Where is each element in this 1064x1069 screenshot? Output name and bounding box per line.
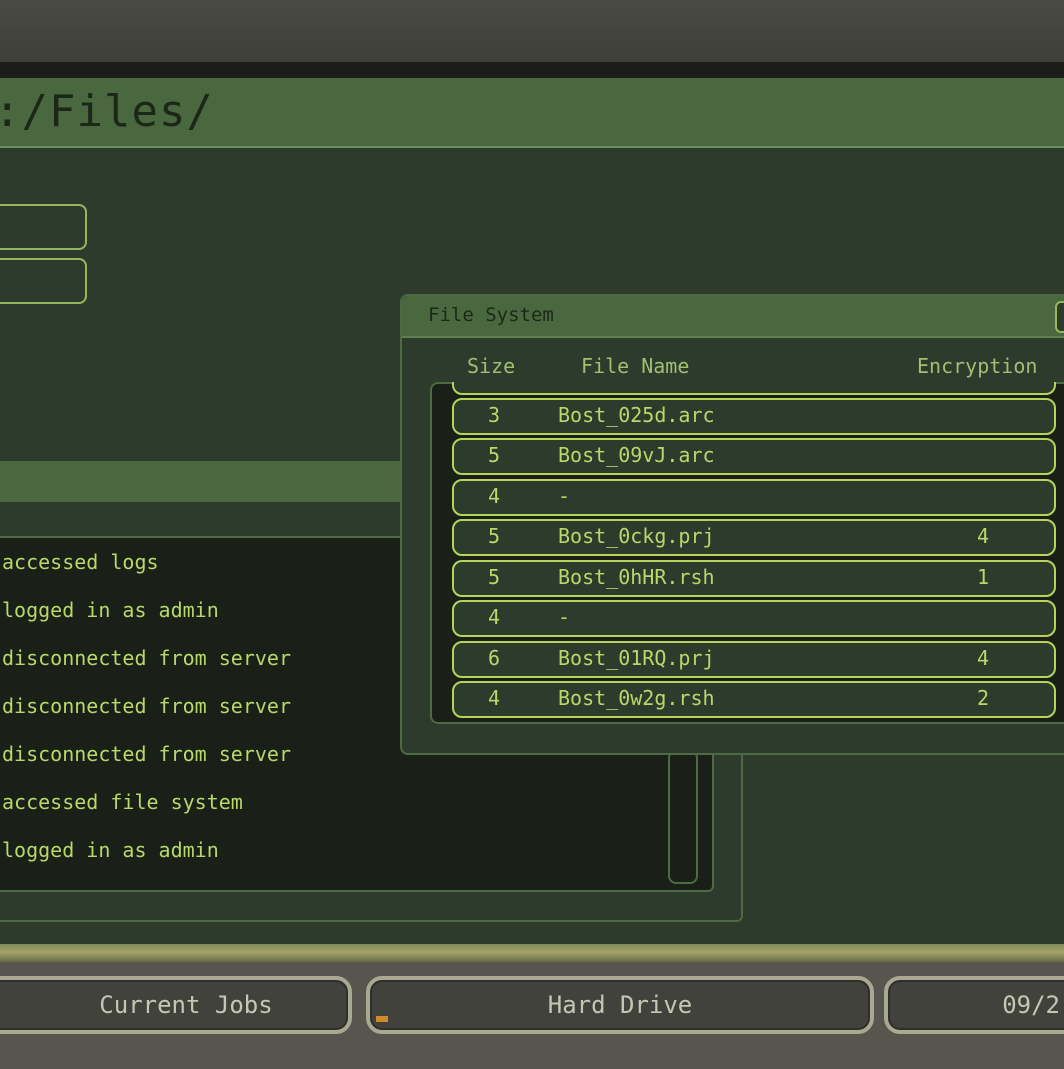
- log-entry[interactable]: disconnected from server: [2, 742, 291, 766]
- file-name: -: [558, 605, 571, 629]
- file-encryption: 1: [977, 565, 990, 589]
- file-name: Bost_0ckg.prj: [558, 524, 715, 548]
- log-entry[interactable]: accessed file system: [2, 790, 243, 814]
- top-stripe: [0, 62, 1064, 78]
- file-row[interactable]: 4 -: [452, 479, 1056, 516]
- file-name: -: [558, 484, 571, 508]
- file-size: 5: [488, 565, 501, 589]
- page-title: :/Files/: [0, 86, 214, 137]
- file-row[interactable]: 5 Bost_09vJ.arc: [452, 438, 1056, 475]
- logs-subheader: [0, 502, 402, 538]
- close-icon[interactable]: [1055, 301, 1064, 333]
- hard-drive-button[interactable]: Hard Drive: [366, 976, 874, 1034]
- log-entry[interactable]: disconnected from server: [2, 694, 291, 718]
- bottom-divider: [0, 944, 1064, 962]
- progress-indicator: [376, 1016, 388, 1022]
- file-row-partial[interactable]: [452, 382, 1056, 395]
- column-header-file-name[interactable]: File Name: [581, 354, 689, 378]
- logs-scrollbar[interactable]: [668, 750, 698, 884]
- file-name: Bost_01RQ.prj: [558, 646, 715, 670]
- file-encryption: 2: [977, 686, 990, 710]
- file-size: 3: [488, 403, 501, 427]
- file-size: 4: [488, 605, 501, 629]
- log-entry[interactable]: accessed logs: [2, 550, 159, 574]
- file-encryption: 4: [977, 524, 990, 548]
- current-jobs-button[interactable]: Current Jobs: [0, 976, 352, 1034]
- current-jobs-label: Current Jobs: [99, 991, 273, 1019]
- file-system-title: File System: [428, 304, 554, 326]
- log-entry[interactable]: logged in as admin: [2, 838, 219, 862]
- date-button[interactable]: 09/2: [884, 976, 1064, 1034]
- column-header-size[interactable]: Size: [467, 354, 515, 378]
- column-header-encryption[interactable]: Encryption: [917, 354, 1037, 378]
- hard-drive-label: Hard Drive: [547, 991, 693, 1019]
- text-field-2[interactable]: [0, 258, 87, 304]
- top-bar: [0, 0, 1064, 62]
- file-row[interactable]: 4 Bost_0w2g.rsh 2: [452, 681, 1056, 718]
- file-row[interactable]: 5 Bost_0ckg.prj 4: [452, 519, 1056, 556]
- file-name: Bost_0w2g.rsh: [558, 686, 715, 710]
- file-size: 4: [488, 686, 501, 710]
- log-entry[interactable]: logged in as admin: [2, 598, 219, 622]
- file-encryption: 4: [977, 646, 990, 670]
- logs-header: [0, 461, 402, 502]
- file-row[interactable]: 3 Bost_025d.arc: [452, 398, 1056, 435]
- file-size: 6: [488, 646, 501, 670]
- file-name: Bost_09vJ.arc: [558, 443, 715, 467]
- text-field-1[interactable]: [0, 204, 87, 250]
- file-name: Bost_0hHR.rsh: [558, 565, 715, 589]
- file-row[interactable]: 5 Bost_0hHR.rsh 1: [452, 560, 1056, 597]
- file-size: 5: [488, 524, 501, 548]
- file-size: 4: [488, 484, 501, 508]
- date-label: 09/2: [1002, 991, 1060, 1019]
- file-row[interactable]: 6 Bost_01RQ.prj 4: [452, 641, 1056, 678]
- file-name: Bost_025d.arc: [558, 403, 715, 427]
- file-row[interactable]: 4 -: [452, 600, 1056, 637]
- log-entry[interactable]: disconnected from server: [2, 646, 291, 670]
- file-size: 5: [488, 443, 501, 467]
